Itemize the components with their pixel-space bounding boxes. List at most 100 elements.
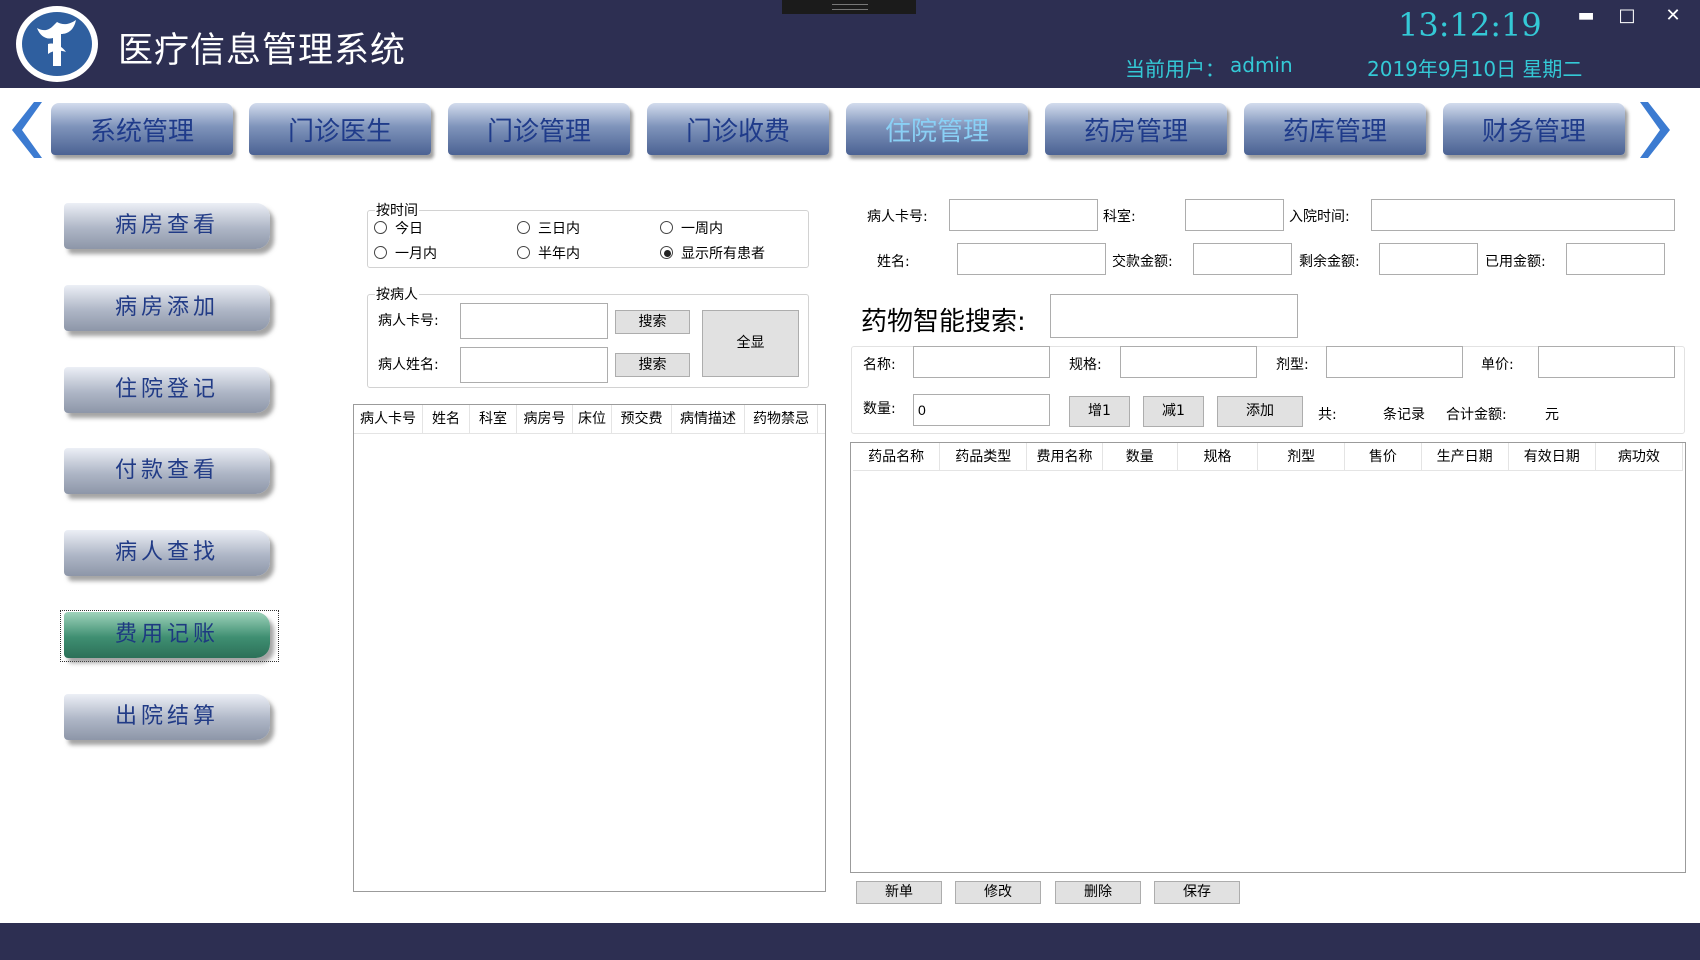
clock-display: 13:12:19 xyxy=(1398,6,1542,44)
drug-price-field[interactable] xyxy=(1538,346,1675,378)
column-header[interactable]: 有效日期 xyxy=(1509,443,1596,470)
total-amount-label: 合计金额: xyxy=(1446,407,1507,423)
column-header[interactable]: 费用名称 xyxy=(1027,443,1103,470)
add-drug-button[interactable]: 添加 xyxy=(1217,396,1303,427)
column-header[interactable]: 药品类型 xyxy=(940,443,1028,470)
column-header[interactable]: 生产日期 xyxy=(1422,443,1509,470)
radio-three-days[interactable] xyxy=(517,221,530,234)
patient-table-header: 病人卡号 姓名 科室 病房号 床位 预交费 病情描述 药物禁忌 xyxy=(354,405,825,434)
sidebar-item-patient-search[interactable]: 病人查找 xyxy=(64,530,270,576)
drug-price-label: 单价: xyxy=(1481,357,1514,373)
drug-qty-label: 数量: xyxy=(863,401,896,417)
maximize-icon[interactable]: □ xyxy=(1612,4,1642,28)
drug-spec-field[interactable] xyxy=(1120,346,1257,378)
info-used-field[interactable] xyxy=(1566,243,1665,275)
sidebar-item-expense-billing[interactable]: 费用记账 xyxy=(64,612,270,658)
new-order-button[interactable]: 新单 xyxy=(856,881,942,904)
chevron-left-icon[interactable] xyxy=(4,98,44,162)
info-name-field[interactable] xyxy=(957,243,1106,275)
info-card-field[interactable] xyxy=(949,199,1098,231)
column-header[interactable]: 药品名称 xyxy=(853,443,941,470)
radio-all-patients-label: 显示所有患者 xyxy=(681,246,765,262)
radio-one-week-label: 一周内 xyxy=(681,221,723,237)
patient-card-search-input[interactable] xyxy=(460,303,608,339)
radio-one-week[interactable] xyxy=(660,221,673,234)
column-header[interactable]: 病功效 xyxy=(1596,443,1683,470)
info-admit-label: 入院时间: xyxy=(1289,209,1350,225)
radio-half-year-label: 半年内 xyxy=(538,246,580,262)
drug-name-field[interactable] xyxy=(913,346,1050,378)
drug-spec-label: 规格: xyxy=(1069,357,1102,373)
save-button[interactable]: 保存 xyxy=(1154,881,1240,904)
minimize-icon[interactable]: ▬ xyxy=(1571,4,1601,28)
record-count-prefix: 共: xyxy=(1318,407,1337,423)
chevron-right-icon[interactable] xyxy=(1638,98,1678,162)
search-by-card-button[interactable]: 搜索 xyxy=(615,310,690,334)
column-header[interactable]: 床位 xyxy=(573,405,612,433)
tab-drug-store-management[interactable]: 药库管理 xyxy=(1244,103,1426,155)
column-header[interactable]: 病人卡号 xyxy=(354,405,423,433)
info-used-label: 已用金额: xyxy=(1485,254,1546,270)
decrement-button[interactable]: 减1 xyxy=(1143,396,1204,427)
column-header[interactable]: 药物禁忌 xyxy=(745,405,818,433)
tab-outpatient-management[interactable]: 门诊管理 xyxy=(448,103,630,155)
search-by-name-button[interactable]: 搜索 xyxy=(615,353,690,377)
column-header[interactable]: 预交费 xyxy=(612,405,672,433)
drug-form-field[interactable] xyxy=(1326,346,1463,378)
tab-finance-management[interactable]: 财务管理 xyxy=(1443,103,1625,155)
info-admit-time-field[interactable] xyxy=(1371,199,1675,231)
info-dept-label: 科室: xyxy=(1103,209,1136,225)
info-paid-field[interactable] xyxy=(1193,243,1292,275)
drug-table-header: 药品名称 药品类型 费用名称 数量 规格 剂型 售价 生产日期 有效日期 病功效 xyxy=(853,443,1683,471)
column-header[interactable]: 规格 xyxy=(1178,443,1259,470)
app-logo xyxy=(16,6,98,82)
edit-button[interactable]: 修改 xyxy=(955,881,1041,904)
tab-pharmacy-management[interactable]: 药房管理 xyxy=(1045,103,1227,155)
patient-table[interactable]: 病人卡号 姓名 科室 病房号 床位 预交费 病情描述 药物禁忌 xyxy=(353,404,826,892)
tab-system-management[interactable]: 系统管理 xyxy=(51,103,233,155)
drug-table[interactable]: 药品名称 药品类型 费用名称 数量 规格 剂型 售价 生产日期 有效日期 病功效 xyxy=(850,442,1686,873)
radio-half-year[interactable] xyxy=(517,246,530,259)
sidebar-item-payment-view[interactable]: 付款查看 xyxy=(64,448,270,494)
time-filter-title: 按时间 xyxy=(375,200,419,220)
sidebar-item-ward-view[interactable]: 病房查看 xyxy=(64,203,270,249)
column-header[interactable]: 售价 xyxy=(1345,443,1422,470)
column-header[interactable]: 科室 xyxy=(470,405,517,433)
radio-three-days-label: 三日内 xyxy=(538,221,580,237)
drug-qty-field[interactable] xyxy=(913,394,1050,426)
close-icon[interactable]: ✕ xyxy=(1658,4,1688,28)
sidebar-item-discharge-settlement[interactable]: 出院结算 xyxy=(64,694,270,740)
app-title: 医疗信息管理系统 xyxy=(118,31,407,71)
delete-button[interactable]: 删除 xyxy=(1055,881,1141,904)
radio-today-label: 今日 xyxy=(395,221,423,237)
radio-all-patients[interactable] xyxy=(660,246,673,259)
drug-form-label: 剂型: xyxy=(1276,357,1309,373)
increment-button[interactable]: 增1 xyxy=(1069,396,1130,427)
sidebar-item-admission[interactable]: 住院登记 xyxy=(64,367,270,413)
info-card-label: 病人卡号: xyxy=(867,209,928,225)
tab-outpatient-billing[interactable]: 门诊收费 xyxy=(647,103,829,155)
radio-today[interactable] xyxy=(374,221,387,234)
patient-filter-title: 按病人 xyxy=(375,284,419,304)
sidebar-item-ward-add[interactable]: 病房添加 xyxy=(64,285,270,331)
current-user-name: admin xyxy=(1230,53,1293,77)
current-user-label: 当前用户： xyxy=(1125,57,1225,81)
info-remain-field[interactable] xyxy=(1379,243,1478,275)
column-header[interactable]: 姓名 xyxy=(423,405,470,433)
column-header[interactable]: 数量 xyxy=(1103,443,1178,470)
column-header[interactable]: 病房号 xyxy=(517,405,573,433)
column-header[interactable]: 剂型 xyxy=(1258,443,1346,470)
tab-outpatient-doctor[interactable]: 门诊医生 xyxy=(249,103,431,155)
info-name-label: 姓名: xyxy=(877,254,910,270)
show-all-button[interactable]: 全显 xyxy=(702,310,799,377)
status-bar xyxy=(0,923,1700,960)
drug-search-input[interactable] xyxy=(1050,294,1298,338)
patient-name-label: 病人姓名: xyxy=(378,357,439,373)
tab-inpatient-management[interactable]: 住院管理 xyxy=(846,103,1028,155)
patient-name-search-input[interactable] xyxy=(460,347,608,383)
radio-one-month[interactable] xyxy=(374,246,387,259)
column-header[interactable]: 病情描述 xyxy=(672,405,745,433)
info-dept-field[interactable] xyxy=(1185,199,1284,231)
window-drag-handle[interactable] xyxy=(782,0,916,14)
patient-card-label: 病人卡号: xyxy=(378,313,439,329)
